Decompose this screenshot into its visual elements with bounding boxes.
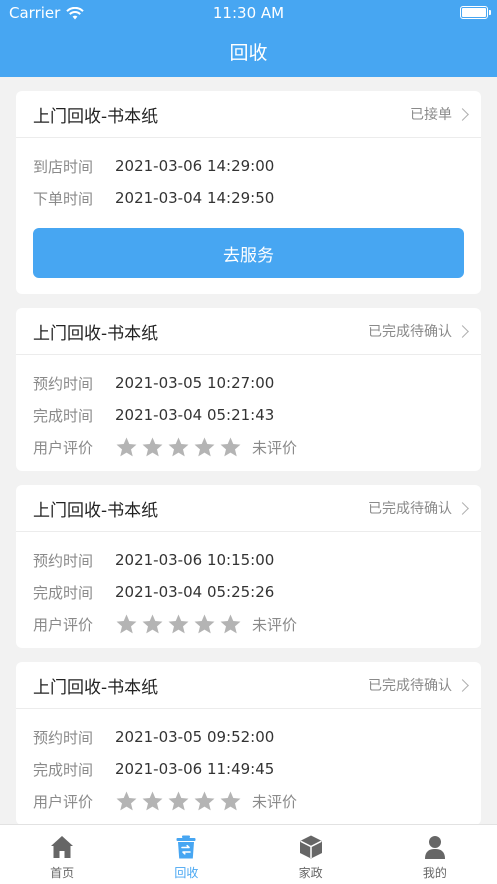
order-card-body: 预约时间 2021-03-05 09:52:00 完成时间 2021-03-06 11… (16, 709, 481, 825)
tab-bar: 首页 回收 家政 我的 (0, 824, 497, 884)
chevron-right-icon (456, 324, 469, 338)
status-bar: Carrier 11:30 AM (0, 0, 497, 26)
rating-label: 用户评价 (33, 438, 94, 457)
order-status-label: 已完成待确认 (368, 501, 452, 517)
order-title: 上门回收-书本纸 (33, 106, 159, 127)
order-title: 上门回收-书本纸 (33, 500, 159, 521)
info-row: 下单时间 2021-03-04 14:29:50 (33, 182, 464, 214)
info-row: 预约时间 2021-03-05 09:52:00 (33, 721, 464, 753)
info-value: 2021-03-06 14:29:00 (115, 157, 275, 175)
chevron-right-icon (456, 501, 469, 515)
order-card[interactable]: 上门回收-书本纸 已完成待确认预约时间 2021-03-05 10:27:00 完成时… (16, 308, 481, 471)
info-label: 预约时间 (33, 728, 94, 747)
tab-label: 首页 (50, 866, 75, 880)
info-label: 预约时间 (33, 374, 94, 393)
tab-recycle-bin[interactable]: 回收 (124, 825, 248, 884)
order-status[interactable]: 已完成待确认 (368, 498, 469, 518)
order-card-header[interactable]: 上门回收-书本纸 已完成待确认 (16, 662, 481, 709)
star-rating[interactable] (115, 790, 242, 813)
order-status-label: 已接单 (410, 107, 452, 123)
star-icon[interactable] (219, 436, 242, 459)
rating-row: 用户评价 未评价 (33, 431, 464, 463)
order-card-body: 到店时间 2021-03-06 14:29:00 下单时间 2021-03-04 14… (16, 138, 481, 294)
tab-label: 家政 (298, 866, 323, 880)
info-row: 完成时间 2021-03-06 11:49:45 (33, 753, 464, 785)
user-icon (424, 836, 445, 859)
recycle-bin-icon (176, 835, 196, 859)
info-label: 下单时间 (33, 189, 94, 208)
chevron-right-icon (456, 678, 469, 692)
order-card[interactable]: 上门回收-书本纸 已接单到店时间 2021-03-06 14:29:00 下单时间 20… (16, 91, 481, 294)
info-label: 预约时间 (33, 551, 94, 570)
tab-label: 我的 (422, 866, 447, 880)
order-card-body: 预约时间 2021-03-05 10:27:00 完成时间 2021-03-04 05… (16, 355, 481, 471)
star-icon[interactable] (193, 613, 216, 636)
star-icon[interactable] (193, 436, 216, 459)
tab-label: 回收 (174, 866, 199, 880)
order-card[interactable]: 上门回收-书本纸 已完成待确认预约时间 2021-03-05 09:52:00 完成时… (16, 662, 481, 825)
star-icon[interactable] (219, 613, 242, 636)
order-list: 上门回收-书本纸 已接单到店时间 2021-03-06 14:29:00 下单时间 20… (16, 91, 481, 839)
info-row: 完成时间 2021-03-04 05:21:43 (33, 399, 464, 431)
info-row: 预约时间 2021-03-05 10:27:00 (33, 367, 464, 399)
home-icon (51, 836, 74, 858)
tab-user[interactable]: 我的 (373, 825, 497, 884)
tab-home[interactable]: 首页 (0, 825, 124, 884)
star-icon[interactable] (167, 790, 190, 813)
app-header: Carrier 11:30 AM 回收 (0, 0, 497, 77)
star-icon[interactable] (115, 790, 138, 813)
star-icon[interactable] (141, 436, 164, 459)
rating-status: 未评价 (252, 438, 298, 457)
info-value: 2021-03-04 05:21:43 (115, 406, 275, 424)
box-icon (299, 835, 322, 859)
info-row: 到店时间 2021-03-06 14:29:00 (33, 150, 464, 182)
order-title: 上门回收-书本纸 (33, 677, 159, 698)
info-value: 2021-03-04 14:29:50 (115, 189, 275, 207)
star-icon[interactable] (141, 613, 164, 636)
info-label: 完成时间 (33, 760, 94, 779)
info-label: 完成时间 (33, 406, 94, 425)
rating-row: 用户评价 未评价 (33, 785, 464, 817)
rating-row: 用户评价 未评价 (33, 608, 464, 640)
info-value: 2021-03-05 09:52:00 (115, 728, 275, 746)
order-status[interactable]: 已接单 (410, 104, 469, 124)
page-title: 回收 (229, 42, 268, 64)
rating-status: 未评价 (252, 792, 298, 811)
order-card-header[interactable]: 上门回收-书本纸 已接单 (16, 91, 481, 138)
order-card[interactable]: 上门回收-书本纸 已完成待确认预约时间 2021-03-06 10:15:00 完成时… (16, 485, 481, 648)
star-rating[interactable] (115, 436, 242, 459)
order-title: 上门回收-书本纸 (33, 323, 159, 344)
tab-box[interactable]: 家政 (249, 825, 373, 884)
order-card-header[interactable]: 上门回收-书本纸 已完成待确认 (16, 485, 481, 532)
battery-icon (460, 6, 491, 19)
chevron-right-icon (456, 107, 469, 121)
star-icon[interactable] (141, 790, 164, 813)
info-value: 2021-03-05 10:27:00 (115, 374, 275, 392)
info-label: 到店时间 (33, 157, 94, 176)
rating-status: 未评价 (252, 615, 298, 634)
order-status-label: 已完成待确认 (368, 678, 452, 694)
order-status[interactable]: 已完成待确认 (368, 321, 469, 341)
rating-label: 用户评价 (33, 615, 94, 634)
info-label: 完成时间 (33, 583, 94, 602)
go-service-button[interactable]: 去服务 (33, 228, 464, 278)
order-status[interactable]: 已完成待确认 (368, 675, 469, 695)
order-card-body: 预约时间 2021-03-06 10:15:00 完成时间 2021-03-04 05… (16, 532, 481, 648)
info-row: 完成时间 2021-03-04 05:25:26 (33, 576, 464, 608)
star-icon[interactable] (219, 790, 242, 813)
status-time: 11:30 AM (212, 4, 285, 22)
info-value: 2021-03-04 05:25:26 (115, 583, 275, 601)
star-icon[interactable] (167, 613, 190, 636)
info-value: 2021-03-06 10:15:00 (115, 551, 275, 569)
rating-label: 用户评价 (33, 792, 94, 811)
star-icon[interactable] (115, 613, 138, 636)
star-icon[interactable] (193, 790, 216, 813)
star-rating[interactable] (115, 613, 242, 636)
star-icon[interactable] (115, 436, 138, 459)
info-row: 预约时间 2021-03-06 10:15:00 (33, 544, 464, 576)
order-status-label: 已完成待确认 (368, 324, 452, 340)
star-icon[interactable] (167, 436, 190, 459)
order-card-header[interactable]: 上门回收-书本纸 已完成待确认 (16, 308, 481, 355)
info-value: 2021-03-06 11:49:45 (115, 760, 275, 778)
